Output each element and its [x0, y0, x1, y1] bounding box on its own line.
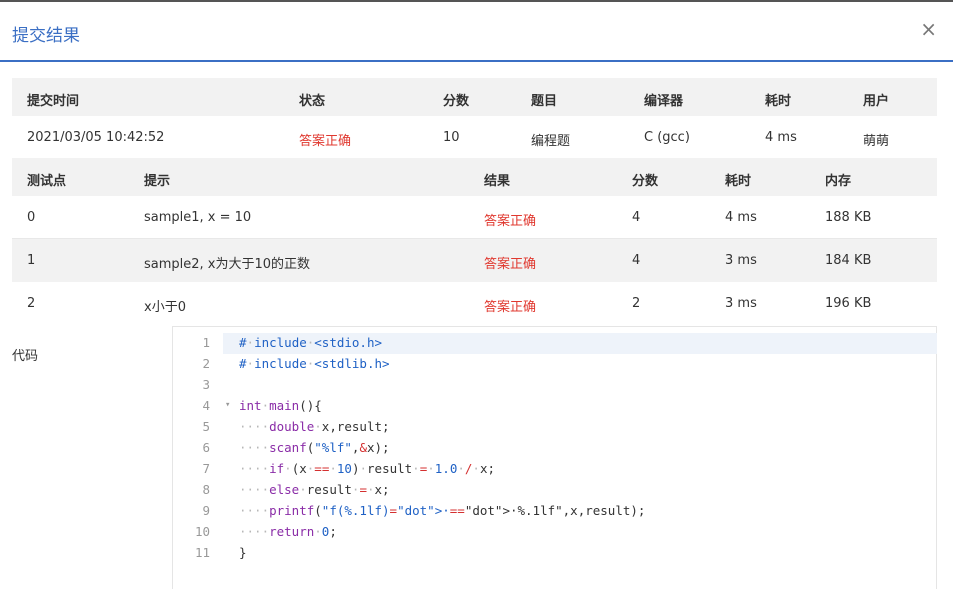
test-hint: sample1, x = 10 — [144, 210, 252, 225]
test-result: 答案正确 — [484, 214, 537, 229]
code-line: ····else·result·=·x; — [239, 482, 390, 497]
col-hint: 提示 — [144, 174, 171, 189]
test-cases-table: 测试点 提示 结果 分数 耗时 内存 0 sample1, x = 10 答案正… — [12, 158, 937, 324]
line-number: 2 — [202, 356, 210, 371]
col-score: 分数 — [632, 174, 659, 189]
line-number: 9 — [202, 503, 210, 518]
code-label: 代码 — [12, 349, 39, 364]
col-time: 耗时 — [725, 174, 752, 189]
test-id: 0 — [27, 210, 36, 225]
code-line: #·include·<stdio.h> — [239, 335, 383, 350]
line-number: 3 — [202, 377, 210, 392]
line-number: 8 — [202, 482, 210, 497]
submission-table: 提交时间 状态 分数 题目 编译器 耗时 用户 2021/03/05 10:42… — [12, 78, 937, 158]
test-result: 答案正确 — [484, 257, 537, 272]
col-time: 耗时 — [765, 94, 792, 109]
test-hint: x小于0 — [144, 300, 186, 315]
code-editor[interactable]: 1 #·include·<stdio.h> 2 #·include·<stdlib.h… — [172, 326, 937, 590]
col-user: 用户 — [863, 94, 890, 109]
problem-link[interactable]: 编程题 — [531, 130, 570, 149]
line-number: 5 — [202, 419, 210, 434]
code-line: #·include·<stdlib.h> — [239, 356, 390, 371]
test-score: 4 — [632, 253, 641, 268]
code-line: int·main(){ — [239, 398, 322, 413]
line-number: 11 — [194, 545, 210, 560]
line-number: 6 — [202, 440, 210, 455]
test-id: 2 — [27, 296, 36, 311]
test-time: 4 ms — [725, 210, 757, 225]
col-submit-time: 提交时间 — [27, 94, 80, 109]
status-badge: 答案正确 — [299, 134, 352, 149]
score: 10 — [443, 130, 460, 145]
col-test-point: 测试点 — [27, 174, 67, 189]
col-result: 结果 — [484, 174, 511, 189]
compiler: C (gcc) — [644, 130, 690, 145]
line-number: 1 — [202, 335, 210, 350]
code-line: ····double·x,result; — [239, 419, 390, 434]
table-row: 2 x小于0 答案正确 2 3 ms 196 KB — [12, 282, 937, 324]
test-hint: sample2, x为大于10的正数 — [144, 257, 311, 272]
dialog-title: 提交结果 — [12, 26, 80, 46]
close-icon[interactable]: × — [920, 19, 937, 39]
col-status: 状态 — [299, 94, 326, 109]
test-time: 3 ms — [725, 253, 757, 268]
run-time: 4 ms — [765, 130, 797, 145]
code-line: ····return·0; — [239, 524, 337, 539]
user-link[interactable]: 萌萌 — [863, 130, 889, 149]
test-score: 4 — [632, 210, 641, 225]
test-id: 1 — [27, 253, 36, 268]
dialog-header: 提交结果 × — [0, 2, 953, 62]
code-line: ····if·(x·==·10)·result·=·1.0·/·x; — [239, 461, 495, 476]
tests-header-row: 测试点 提示 结果 分数 耗时 内存 — [12, 158, 937, 196]
code-line: ····printf("f(%.1lf)="dot">·=="dot">·%.1… — [239, 503, 646, 518]
col-problem: 题目 — [531, 94, 558, 109]
col-memory: 内存 — [825, 174, 852, 189]
table-row: 1 sample2, x为大于10的正数 答案正确 4 3 ms 184 KB — [12, 239, 937, 282]
line-number: 7 — [202, 461, 210, 476]
test-memory: 184 KB — [825, 253, 872, 268]
line-number: 10 — [194, 524, 210, 539]
col-compiler: 编译器 — [644, 94, 684, 109]
table-row: 0 sample1, x = 10 答案正确 4 4 ms 188 KB — [12, 196, 937, 239]
submission-result-dialog: 提交结果 × 提交时间 状态 分数 题目 编译器 耗时 用户 2021/03/0… — [0, 2, 953, 590]
submission-row: 2021/03/05 10:42:52 答案正确 10 编程题 C (gcc) … — [12, 116, 937, 158]
line-number: 4 — [202, 398, 210, 413]
submit-time: 2021/03/05 10:42:52 — [27, 130, 165, 145]
fold-arrow-icon[interactable]: ▾ — [225, 400, 230, 410]
test-result: 答案正确 — [484, 300, 537, 315]
test-score: 2 — [632, 296, 641, 311]
code-line: ····scanf("%lf",&x); — [239, 440, 390, 455]
code-line: } — [239, 545, 247, 560]
col-score: 分数 — [443, 94, 470, 109]
test-memory: 188 KB — [825, 210, 872, 225]
test-time: 3 ms — [725, 296, 757, 311]
submission-header-row: 提交时间 状态 分数 题目 编译器 耗时 用户 — [12, 78, 937, 116]
test-memory: 196 KB — [825, 296, 872, 311]
